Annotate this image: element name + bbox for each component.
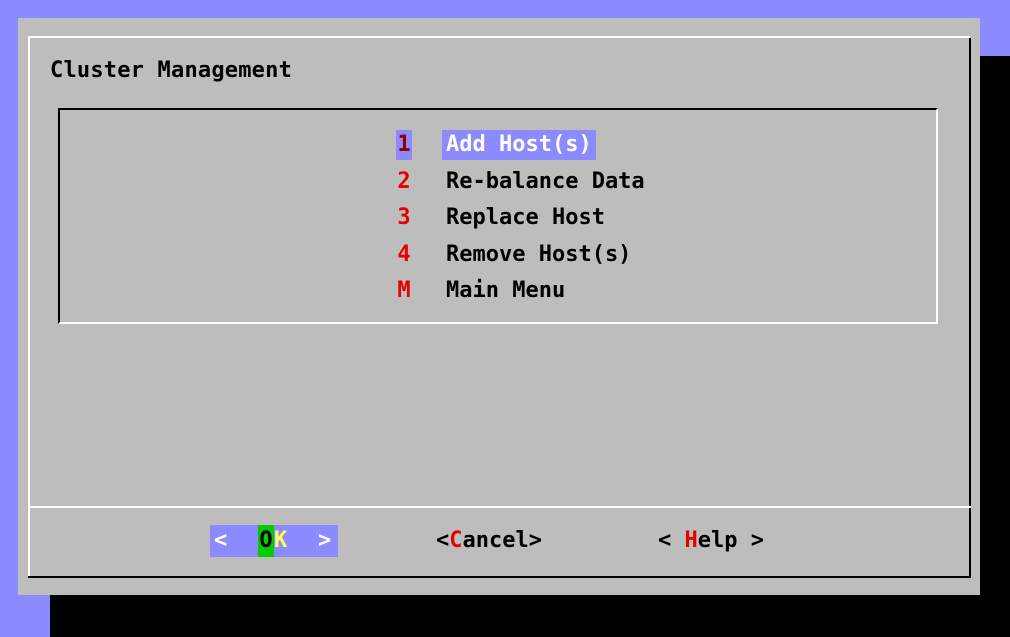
menu-item-tag: 4 — [397, 242, 411, 267]
dialog-shadow-bottom — [50, 595, 1010, 637]
help-button-open: < — [658, 528, 685, 553]
ok-button-close: > — [318, 528, 332, 553]
menu-item-label: Remove Host(s) — [446, 242, 632, 267]
menu-item-label: Main Menu — [446, 278, 566, 303]
dialog-title: Cluster Management — [50, 58, 293, 83]
menu-item-tag: 1 — [396, 130, 412, 160]
menu-list: 1 Add Host(s) 2 Re-balance Data 3 Replace H… — [58, 108, 938, 324]
help-button-label: elp — [697, 528, 738, 553]
menu-item-tag: 2 — [397, 169, 411, 194]
dialog-frame-right — [969, 38, 971, 578]
help-button-close: > — [737, 528, 764, 553]
ok-button[interactable]: < O K > — [210, 525, 338, 557]
cancel-button-hotkey: C — [449, 528, 463, 553]
menu-item-rebalance-data[interactable]: 2 Re-balance Data — [396, 167, 649, 197]
dialog-frame-top — [28, 36, 970, 38]
help-button[interactable]: < Help > — [658, 525, 764, 557]
dialog-frame-left — [28, 36, 30, 576]
button-separator — [28, 506, 971, 508]
cancel-button[interactable]: <Cancel> — [436, 525, 542, 557]
menu-item-label: Add Host(s) — [442, 130, 596, 160]
dialog-shadow-right — [980, 56, 1010, 637]
menu-item-replace-host[interactable]: 3 Replace Host — [396, 203, 609, 233]
help-button-hotkey: H — [684, 528, 698, 553]
menu-item-remove-hosts[interactable]: 4 Remove Host(s) — [396, 240, 635, 270]
menu-item-label: Replace Host — [446, 205, 605, 230]
ok-button-label: K — [274, 528, 288, 553]
cancel-button-label: ancel — [462, 528, 529, 553]
cancel-button-open: < — [436, 528, 450, 553]
menu-item-tag: 3 — [397, 205, 411, 230]
ok-button-hotkey: O — [258, 525, 274, 557]
menu-item-tag: M — [397, 278, 411, 303]
ok-button-open: < — [214, 528, 228, 553]
cluster-management-dialog: Cluster Management 1 Add Host(s) 2 Re-bala… — [18, 18, 980, 595]
cancel-button-close: > — [528, 528, 542, 553]
menu-item-label: Re-balance Data — [446, 169, 645, 194]
dialog-frame-bottom — [28, 576, 971, 578]
menu-item-add-hosts[interactable]: 1 Add Host(s) — [396, 130, 596, 160]
menu-item-main-menu[interactable]: M Main Menu — [396, 276, 569, 306]
